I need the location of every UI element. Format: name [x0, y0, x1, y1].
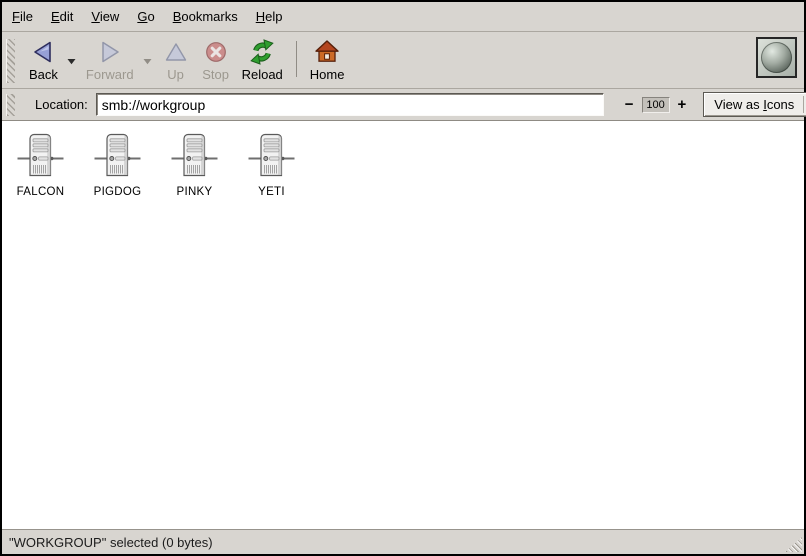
statusbar: "WORKGROUP" selected (0 bytes) [2, 529, 804, 554]
up-icon [164, 38, 188, 65]
zoom-in-button[interactable]: + [675, 98, 690, 112]
location-input[interactable] [96, 93, 604, 116]
menu-edit[interactable]: Edit [42, 4, 82, 29]
view-as-label: View as Icons [714, 97, 794, 112]
stop-button[interactable]: Stop [196, 37, 236, 83]
reload-icon [249, 38, 275, 65]
menu-help[interactable]: Help [247, 4, 292, 29]
view-as-dropdown[interactable]: View as Icons [703, 92, 806, 117]
location-label: Location: [35, 97, 88, 112]
stop-label: Stop [202, 67, 229, 82]
server-name: PINKY [176, 186, 212, 198]
home-button[interactable]: Home [304, 37, 351, 83]
throbber [756, 37, 797, 78]
locationbar-grip[interactable] [6, 94, 15, 116]
stop-icon [204, 38, 228, 65]
zoom-controls: − 100 + [622, 97, 690, 113]
network-server-icon [94, 132, 141, 183]
server-name: YETI [258, 186, 285, 198]
icon-view: FALCON PIGDOG PINKY YETI [2, 121, 804, 529]
server-item-falcon[interactable]: FALCON [2, 132, 79, 198]
forward-label: Forward [86, 67, 134, 82]
forward-history-dropdown[interactable] [140, 51, 156, 71]
menu-view[interactable]: View [82, 4, 128, 29]
file-manager-window: { "menubar": { "items": [ { "label": "Fi… [0, 0, 806, 556]
forward-button[interactable]: Forward [80, 37, 140, 83]
server-item-pigdog[interactable]: PIGDOG [79, 132, 156, 198]
reload-button[interactable]: Reload [236, 37, 289, 83]
menu-bookmarks[interactable]: Bookmarks [164, 4, 247, 29]
resize-grip[interactable] [785, 537, 802, 552]
up-label: Up [167, 67, 184, 82]
network-server-icon [171, 132, 218, 183]
location-bar: Location: − 100 + View as Icons [2, 88, 804, 121]
throbber-orb-icon [761, 42, 792, 73]
back-label: Back [29, 67, 58, 82]
back-button[interactable]: Back [23, 37, 64, 83]
toolbar-grip[interactable] [6, 39, 15, 83]
forward-icon [97, 38, 123, 65]
server-item-yeti[interactable]: YETI [233, 132, 310, 198]
toolbar-separator [296, 41, 297, 77]
server-name: FALCON [17, 186, 65, 198]
back-icon [30, 38, 56, 65]
server-item-pinky[interactable]: PINKY [156, 132, 233, 198]
reload-label: Reload [242, 67, 283, 82]
back-history-dropdown[interactable] [64, 51, 80, 71]
zoom-out-button[interactable]: − [622, 98, 637, 112]
server-name: PIGDOG [94, 186, 142, 198]
toolbar: Back Forward Up Stop Reload Home [2, 31, 804, 88]
menu-file[interactable]: File [3, 4, 42, 29]
home-label: Home [310, 67, 345, 82]
network-server-icon [17, 132, 64, 183]
home-icon [314, 38, 340, 65]
toolbar-buttons: Back Forward Up Stop Reload Home [23, 37, 350, 83]
zoom-level: 100 [642, 97, 670, 113]
network-server-icon [248, 132, 295, 183]
menu-go[interactable]: Go [128, 4, 163, 29]
menubar: FileEditViewGoBookmarksHelp [2, 2, 804, 31]
status-text: "WORKGROUP" selected (0 bytes) [9, 535, 213, 550]
up-button[interactable]: Up [156, 37, 196, 83]
